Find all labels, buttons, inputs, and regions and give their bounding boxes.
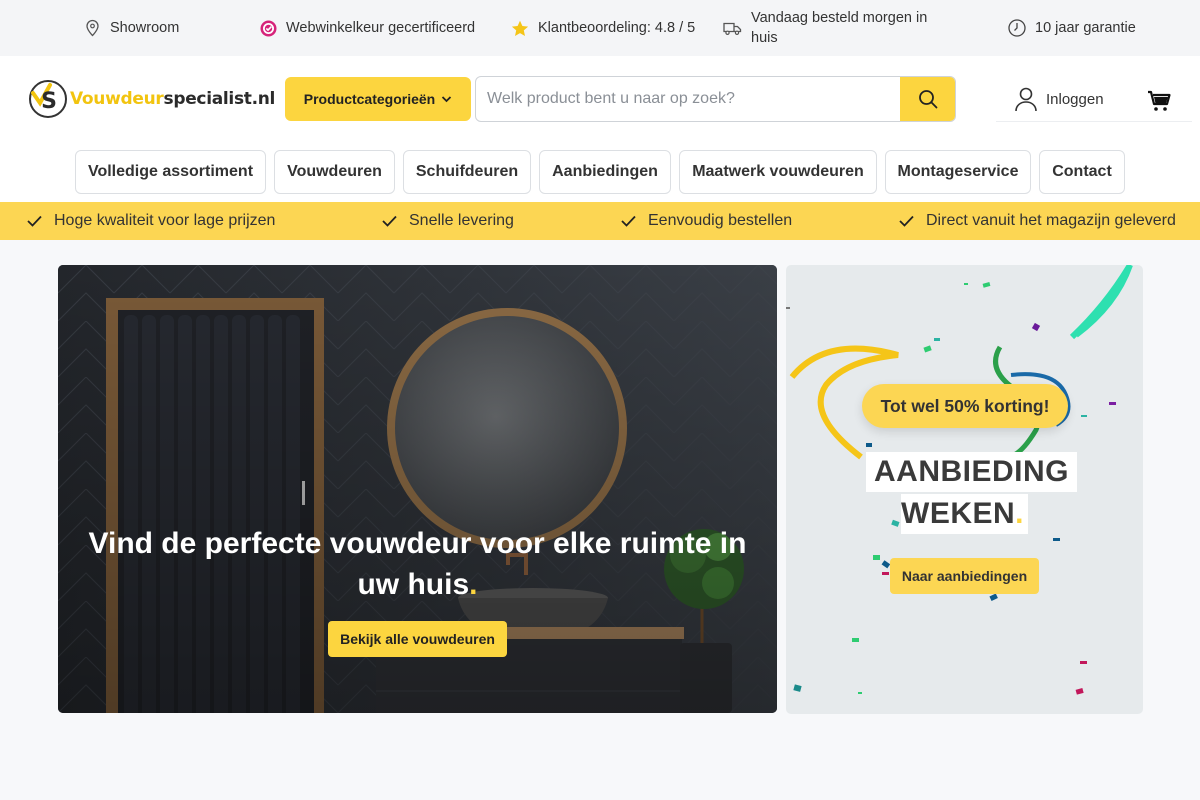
view-all-folding-doors-button[interactable]: Bekijk alle vouwdeuren <box>328 621 507 657</box>
topbar-item-showroom[interactable]: Showroom <box>84 0 179 56</box>
usp-item: Eenvoudig bestellen <box>621 202 792 240</box>
promo-title-line1: AANBIEDING <box>866 452 1078 492</box>
usp-label: Hoge kwaliteit voor lage prijzen <box>54 212 276 229</box>
usp-item: Hoge kwaliteit voor lage prijzen <box>27 202 275 240</box>
topbar-item-delivery[interactable]: Vandaag besteld morgen in huis <box>723 0 927 56</box>
to-offers-button[interactable]: Naar aanbiedingen <box>890 558 1039 594</box>
webwinkelkeur-icon <box>260 20 277 36</box>
checkmark-icon <box>899 215 914 227</box>
usp-item: Snelle levering <box>382 202 514 240</box>
top-info-bar: Showroom Webwinkelkeur gecertificeerd Kl… <box>0 0 1200 56</box>
nav-item-montageservice[interactable]: Montageservice <box>885 150 1031 194</box>
product-categories-button[interactable]: Productcategorieën <box>285 77 471 121</box>
topbar-label: Webwinkelkeur gecertificeerd <box>286 20 476 36</box>
search-bar <box>475 76 956 122</box>
topbar-item-webwinkelkeur[interactable]: Webwinkelkeur gecertificeerd <box>260 0 475 56</box>
svg-text:S: S <box>41 89 57 114</box>
product-categories-label: Productcategorieën <box>303 91 436 107</box>
hero-title-text: Vind de perfecte vouwdeur voor elke ruim… <box>88 527 747 601</box>
checkmark-icon <box>27 215 42 227</box>
promo-title-line2-text: WEKEN <box>901 497 1016 530</box>
promo-title-dot: . <box>1015 497 1025 530</box>
nav-item-aanbiedingen[interactable]: Aanbiedingen <box>539 150 671 194</box>
star-icon <box>511 20 529 36</box>
checkmark-icon <box>621 215 636 227</box>
usp-label: Snelle levering <box>409 212 514 229</box>
usp-bar: Hoge kwaliteit voor lage prijzen Snelle … <box>0 202 1200 240</box>
promo-title-line2: WEKEN. <box>901 494 1028 534</box>
hero-title: Vind de perfecte vouwdeur voor elke ruim… <box>58 523 777 605</box>
search-button[interactable] <box>900 77 955 121</box>
topbar-label: Klantbeoordeling: 4.8 / 5 <box>538 20 696 36</box>
usp-label: Eenvoudig bestellen <box>648 212 793 229</box>
cart-button[interactable] <box>1147 89 1171 118</box>
shopping-cart-icon <box>1148 90 1171 111</box>
usp-label: Direct vanuit het magazijn geleverd <box>926 212 1176 229</box>
logo-emblem-icon: S <box>29 80 67 118</box>
hero-title-dot: . <box>469 568 478 601</box>
checkmark-icon <box>382 215 397 227</box>
topbar-delivery-text: Vandaag besteld morgen in huis <box>751 8 927 48</box>
nav-item-schuifdeuren[interactable]: Schuifdeuren <box>403 150 531 194</box>
topbar-item-rating[interactable]: Klantbeoordeling: 4.8 / 5 <box>511 0 695 56</box>
search-icon <box>918 90 937 109</box>
truck-icon <box>723 22 742 35</box>
header-divider <box>996 121 1192 122</box>
discount-badge: Tot wel 50% korting! <box>862 384 1068 428</box>
topbar-label-line2: huis <box>751 30 778 46</box>
topbar-label: Showroom <box>110 20 180 36</box>
user-icon <box>1015 87 1037 112</box>
location-pin-icon <box>86 19 99 37</box>
nav-item-maatwerk-vouwdeuren[interactable]: Maatwerk vouwdeuren <box>679 150 877 194</box>
logo-text-part1: Vouwdeur <box>70 89 164 109</box>
nav-item-contact[interactable]: Contact <box>1039 150 1125 194</box>
nav-item-volledige-assortiment[interactable]: Volledige assortiment <box>75 150 266 194</box>
search-input[interactable] <box>476 77 900 121</box>
chevron-down-icon <box>442 96 452 103</box>
logo-text-part2: specialist.nl <box>163 89 276 109</box>
usp-item: Direct vanuit het magazijn geleverd <box>899 202 1176 240</box>
login-link[interactable]: Inloggen <box>1014 86 1104 112</box>
site-logo[interactable]: S Vouwdeurspecialist.nl <box>28 79 275 119</box>
clock-icon <box>1008 19 1026 37</box>
login-label: Inloggen <box>1046 90 1104 108</box>
topbar-label: 10 jaar garantie <box>1035 20 1136 36</box>
topbar-label-line1: Vandaag besteld morgen in <box>751 10 928 26</box>
topbar-item-warranty[interactable]: 10 jaar garantie <box>1008 0 1136 56</box>
logo-text: Vouwdeurspecialist.nl <box>70 89 275 109</box>
nav-item-vouwdeuren[interactable]: Vouwdeuren <box>274 150 395 194</box>
